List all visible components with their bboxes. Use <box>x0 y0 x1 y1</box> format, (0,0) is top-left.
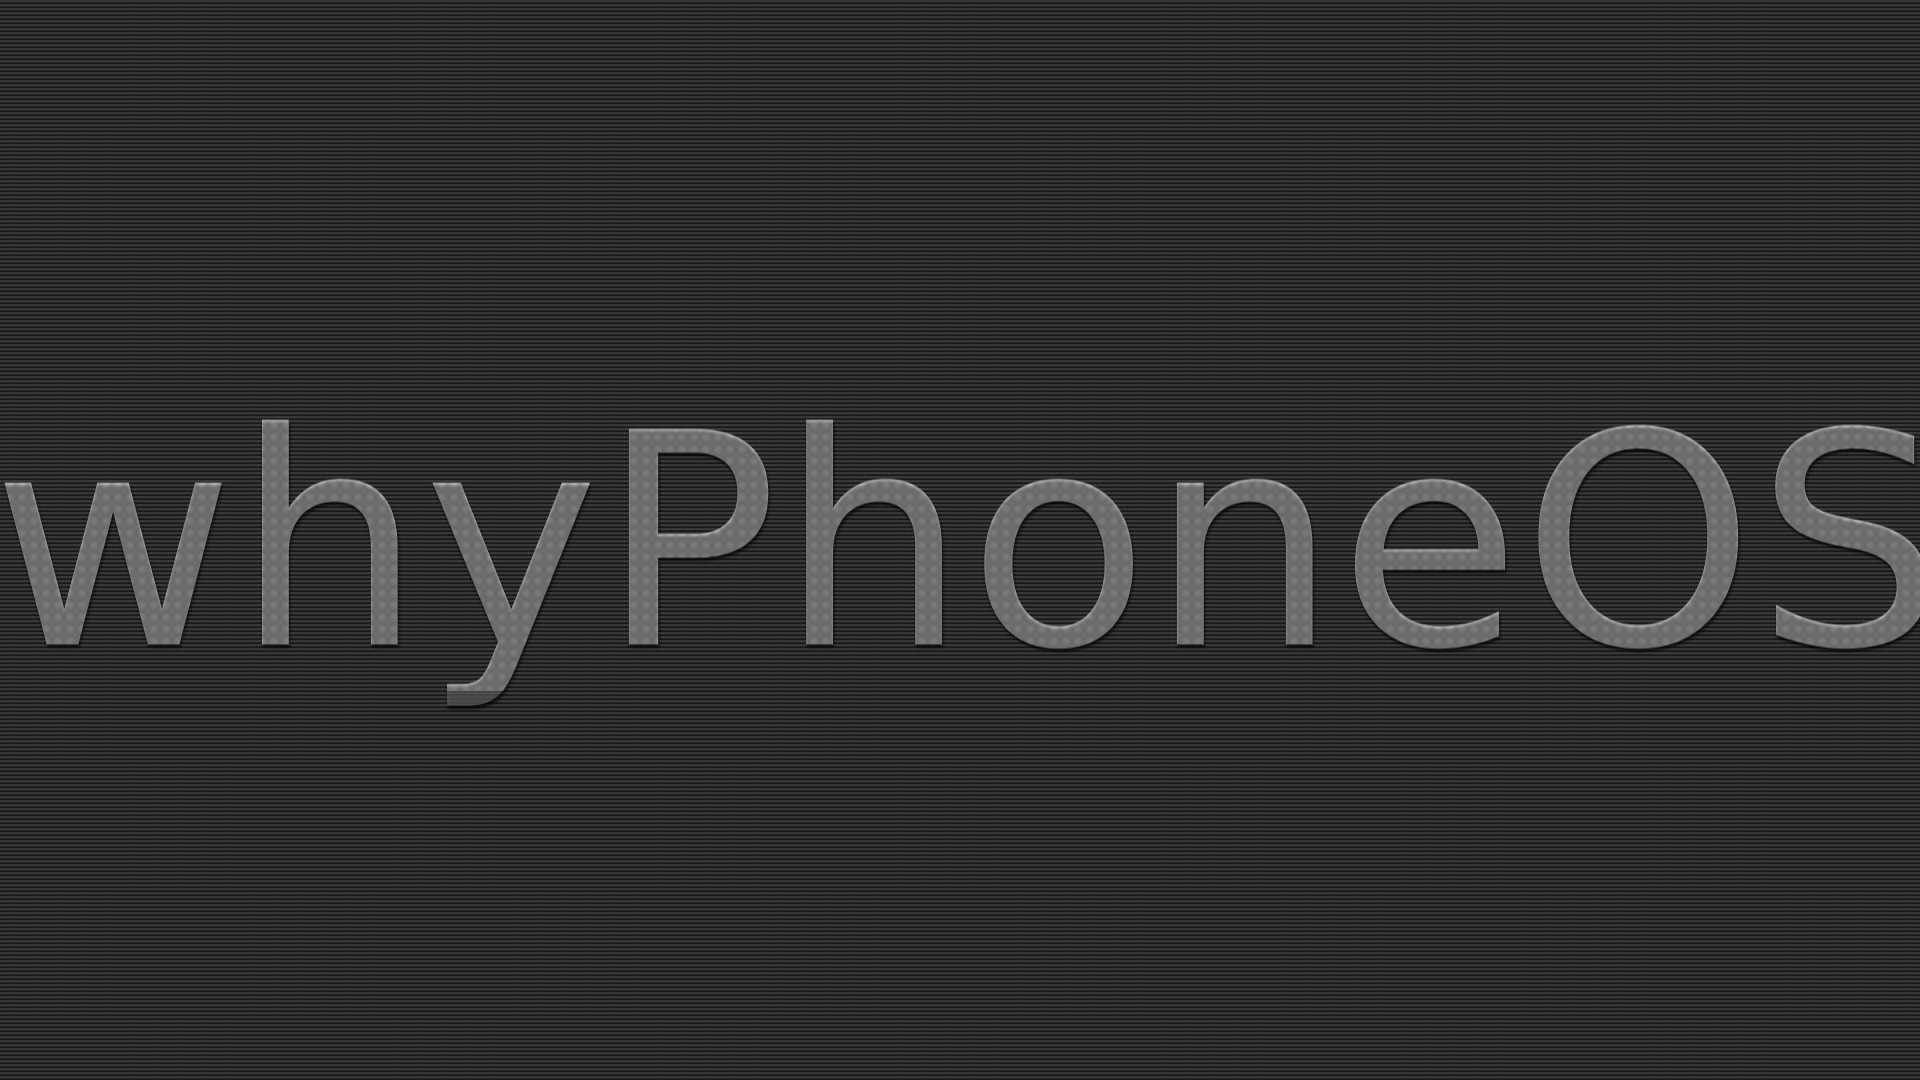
logo-text: whyPhoneOS <box>0 395 1920 691</box>
desktop-wallpaper: whyPhoneOS whyPhoneOS <box>0 0 1920 1080</box>
